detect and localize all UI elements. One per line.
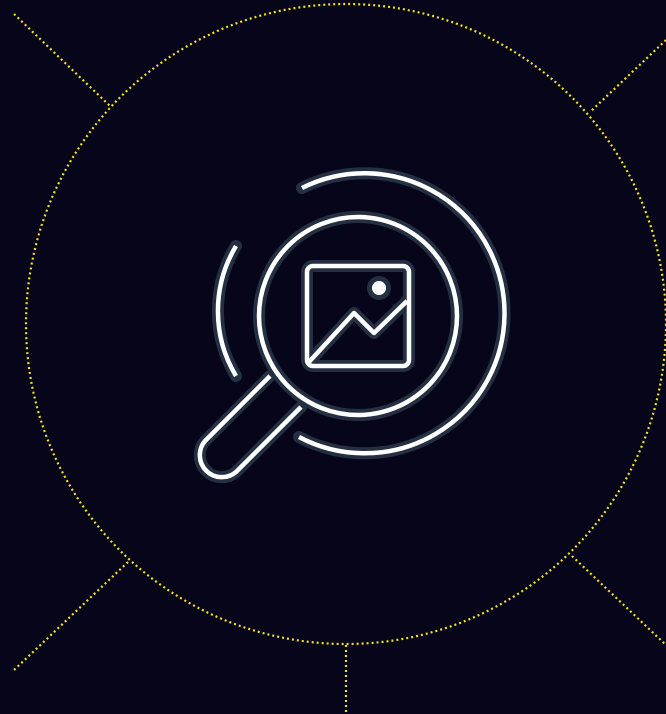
illustration-canvas [13,2,666,714]
sun-dot-icon [372,281,386,295]
guide-line-top-right [589,39,666,113]
illustration-stage [0,0,666,714]
guide-line-top-left [13,13,111,107]
image-search-icon [197,171,507,480]
guide-line-bottom-left [13,561,129,671]
dotted-guides [13,2,666,714]
guide-line-bottom-right [571,555,666,646]
